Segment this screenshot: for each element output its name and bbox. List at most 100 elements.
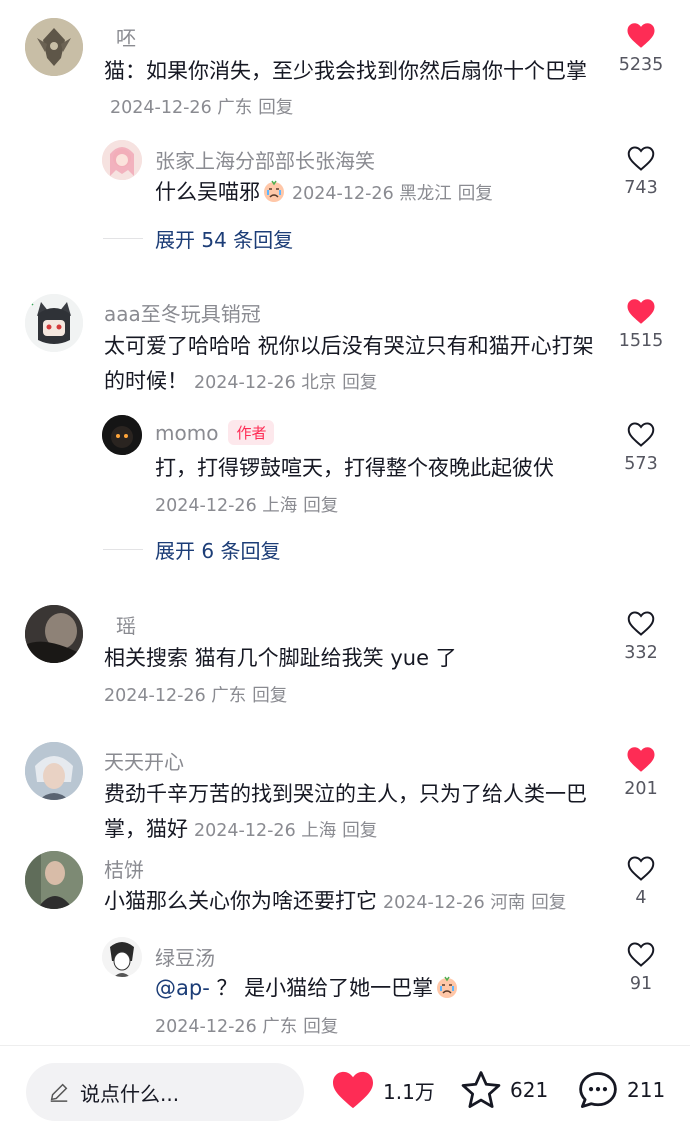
heart-filled-icon [627, 747, 655, 772]
heart-outline-icon [627, 146, 655, 171]
comment-meta: 2024-12-26 广东 回复 [104, 682, 287, 707]
comment-text: 小猫那么关心你为啥还要打它 2024-12-26 河南 回复 [104, 884, 624, 921]
like-button[interactable]: 5235 [612, 22, 670, 75]
reply-button[interactable]: 回复 [458, 184, 493, 204]
reply-text: @ap- ？ 是小猫给了她一巴掌 [155, 971, 600, 1010]
comment-meta: 2024-12-26 上海 回复 [194, 821, 377, 841]
comment-text: 相关搜索 猫有几个脚趾给我笑 yue 了 [104, 641, 604, 676]
reply-body: 什么吴喵邪 [155, 180, 260, 204]
reply-body: ？ 是小猫给了她一巴掌 [216, 976, 434, 1000]
reply-author[interactable]: momo 作者 [155, 420, 275, 445]
comment-location: 广东 [211, 686, 247, 706]
avatar[interactable] [25, 742, 83, 800]
comment-body: 猫：如果你消失，至少我会找到你然后扇你十个巴掌 [104, 59, 587, 83]
avatar[interactable] [25, 294, 83, 352]
reply-button[interactable]: 回复 [258, 98, 293, 118]
reply-location: 广东 [262, 1017, 298, 1037]
comment-author[interactable]: 瑶 [116, 610, 136, 639]
like-count: 743 [624, 178, 658, 198]
like-button[interactable]: 4 [612, 855, 670, 908]
comment-author[interactable]: 天天开心 [104, 746, 184, 775]
comment-count-button[interactable]: 211 [577, 1070, 665, 1110]
like-count: 5235 [618, 55, 664, 75]
reply-button[interactable]: 回复 [303, 1017, 338, 1037]
reply-date: 2024-12-26 [292, 184, 394, 204]
bottom-action-bar: 说点什么... 1.1万 621 211 [0, 1045, 690, 1143]
like-stat-button[interactable]: 1.1万 [331, 1070, 435, 1110]
reply-date: 2024-12-26 [155, 496, 257, 516]
like-button[interactable]: 332 [612, 610, 670, 663]
comment-date: 2024-12-26 [194, 821, 296, 841]
comment-date: 2024-12-26 [194, 373, 296, 393]
comment-meta: 2024-12-26 广东 回复 [110, 98, 293, 118]
comment-text: 费劲千辛万苦的找到哭泣的主人，只为了给人类一巴掌，猫好 2024-12-26 上海… [104, 777, 604, 849]
heart-filled-icon [627, 299, 655, 324]
reply-button[interactable]: 回复 [531, 893, 566, 913]
comment-text: 太可爱了哈哈哈 祝你以后没有哭泣只有和猫开心打架的时候！ 2024-12-26 北… [104, 329, 604, 401]
reply-author[interactable]: 张家上海分部部长张海笑 [155, 145, 375, 174]
avatar[interactable] [25, 605, 83, 663]
like-count: 91 [629, 974, 653, 994]
reply-button[interactable]: 回复 [342, 373, 377, 393]
expand-label: 展开 6 条回复 [155, 539, 281, 563]
pencil-icon [50, 1083, 68, 1102]
reply-button[interactable]: 回复 [303, 496, 338, 516]
comment-location: 北京 [301, 373, 337, 393]
star-icon [461, 1071, 501, 1108]
like-button[interactable]: 743 [612, 145, 670, 198]
like-button[interactable]: 573 [612, 421, 670, 474]
avatar[interactable] [102, 937, 142, 977]
comment-input[interactable]: 说点什么... [26, 1063, 304, 1121]
comment-author[interactable]: aaa至冬玩具销冠 [104, 298, 261, 327]
divider [103, 238, 143, 239]
favorite-button[interactable]: 621 [460, 1070, 548, 1110]
avatar[interactable] [102, 140, 142, 180]
reply-meta: 2024-12-26 广东 回复 [155, 1013, 338, 1038]
mention-link[interactable]: @ap- [155, 976, 210, 1000]
comment-location: 广东 [217, 98, 253, 118]
like-count: 4 [635, 888, 647, 908]
like-count: 1515 [618, 331, 664, 351]
reply-text: 什么吴喵邪 2024-12-26 黑龙江 回复 [155, 175, 615, 214]
comment-date: 2024-12-26 [104, 686, 206, 706]
expand-label: 展开 54 条回复 [155, 228, 294, 252]
reply-meta: 2024-12-26 上海 回复 [155, 492, 338, 517]
avatar[interactable] [25, 851, 83, 909]
reply-body: 打，打得锣鼓喧天，打得整个夜晚此起彼伏 [155, 456, 554, 480]
reply-date: 2024-12-26 [155, 1017, 257, 1037]
comment-author[interactable]: 桔饼 [104, 854, 144, 883]
reply-author[interactable]: 绿豆汤 [155, 942, 215, 971]
like-count: 573 [624, 454, 658, 474]
like-count: 332 [624, 643, 658, 663]
reply-meta: 2024-12-26 黑龙江 回复 [292, 184, 493, 204]
avatar[interactable] [102, 415, 142, 455]
like-button[interactable]: 91 [612, 941, 670, 994]
reply-location: 上海 [262, 496, 298, 516]
like-button[interactable]: 1515 [612, 298, 670, 351]
reply-button[interactable]: 回复 [252, 686, 287, 706]
comment-date: 2024-12-26 [383, 893, 485, 913]
heart-outline-icon [627, 611, 655, 636]
heart-outline-icon [627, 422, 655, 447]
reply-location: 黑龙江 [399, 184, 452, 204]
comment-author[interactable]: 呸 [116, 22, 136, 51]
avatar[interactable] [25, 18, 83, 76]
comment-location: 上海 [301, 821, 337, 841]
like-button[interactable]: 201 [612, 746, 670, 799]
crying-face-icon [262, 179, 286, 214]
favorite-count: 621 [510, 1078, 549, 1102]
comment-body: 小猫那么关心你为啥还要打它 [104, 889, 377, 913]
reply-author-name: momo [155, 421, 219, 445]
comment-location: 河南 [490, 893, 526, 913]
comment-meta: 2024-12-26 河南 回复 [383, 893, 566, 913]
comment-date: 2024-12-26 [110, 98, 212, 118]
comment-bubble-icon [579, 1072, 617, 1108]
comment-text: 猫：如果你消失，至少我会找到你然后扇你十个巴掌 2024-12-26 广东 回复 [104, 54, 604, 126]
expand-replies-button[interactable]: 展开 6 条回复 [103, 535, 280, 564]
reply-text: 打，打得锣鼓喧天，打得整个夜晚此起彼伏 [155, 451, 600, 486]
expand-replies-button[interactable]: 展开 54 条回复 [103, 224, 293, 253]
heart-filled-icon [627, 23, 655, 48]
divider [103, 549, 143, 550]
reply-button[interactable]: 回复 [342, 821, 377, 841]
input-placeholder: 说点什么... [80, 1081, 180, 1106]
